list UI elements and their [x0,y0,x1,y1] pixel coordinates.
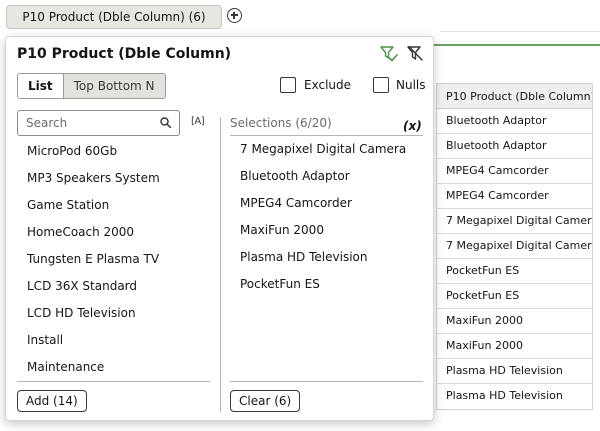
add-filter-icon[interactable] [227,8,242,23]
list-item[interactable]: MicroPod 60Gb [27,144,117,158]
search-icon [160,117,171,128]
tab-top-bottom-n[interactable]: Top Bottom N [62,74,165,98]
selection-item[interactable]: Plasma HD Television [240,250,367,264]
table-row[interactable]: MPEG4 Camcorder [437,184,592,209]
table-row[interactable]: Plasma HD Television [437,384,592,409]
table-header[interactable]: P10 Product (Dble Column) [437,84,592,109]
search-placeholder: Search [26,116,68,130]
mode-toggle: List Top Bottom N [17,73,166,99]
selection-item[interactable]: 7 Megapixel Digital Camera [240,142,406,156]
list-item[interactable]: HomeCoach 2000 [27,225,134,239]
filter-chip[interactable]: P10 Product (Dble Column) (6) [6,5,222,29]
list-item[interactable]: LCD 36X Standard [27,279,137,293]
tab-list[interactable]: List [18,74,63,98]
table-row[interactable]: MaxiFun 2000 [437,334,592,359]
table-row[interactable]: 7 Megapixel Digital Camera [437,234,592,259]
list-item[interactable]: Game Station [27,198,109,212]
selections-footer-divider [230,381,423,382]
filter-popup: P10 Product (Dble Column) List Top Botto… [5,36,434,421]
list-footer-divider [17,381,210,382]
clear-button[interactable]: Clear (6) [230,390,301,412]
accent-line [432,44,600,46]
selection-item[interactable]: MaxiFun 2000 [240,223,324,237]
selection-item[interactable]: PocketFun ES [240,277,320,291]
list-item[interactable]: Maintenance [27,360,104,374]
exclude-label: Exclude [304,78,352,92]
nulls-checkbox[interactable] [373,77,389,93]
selection-item[interactable]: Bluetooth Adaptor [240,169,350,183]
match-case-toggle[interactable]: [A] [191,116,205,127]
table-row[interactable]: Bluetooth Adaptor [437,134,592,159]
table-row[interactable]: MaxiFun 2000 [437,309,592,334]
data-table: P10 Product (Dble Column) Bluetooth Adap… [436,83,593,410]
selections-divider [230,135,423,136]
table-row[interactable]: MPEG4 Camcorder [437,159,592,184]
clear-selections-link[interactable]: (x) [403,119,422,133]
list-item[interactable]: LCD HD Television [27,306,136,320]
table-row[interactable]: PocketFun ES [437,259,592,284]
table-row[interactable]: Plasma HD Television [437,359,592,384]
table-row[interactable]: 7 Megapixel Digital Camera [437,209,592,234]
nulls-label: Nulls [396,78,426,92]
list-item[interactable]: Tungsten E Plasma TV [27,252,159,266]
popup-title: P10 Product (Dble Column) [17,46,232,62]
exclude-checkbox[interactable] [280,77,296,93]
list-item[interactable]: Install [27,333,63,347]
search-input[interactable]: Search [17,110,180,136]
add-button[interactable]: Add (14) [17,390,87,412]
table-row[interactable]: PocketFun ES [437,284,592,309]
selection-item[interactable]: MPEG4 Camcorder [240,196,352,210]
clear-filter-icon[interactable] [406,46,424,62]
table-row[interactable]: Bluetooth Adaptor [437,109,592,134]
selections-header: Selections (6/20) [230,116,332,130]
apply-filter-icon[interactable] [380,46,398,62]
panel-divider [220,117,221,412]
list-item[interactable]: MP3 Speakers System [27,171,160,185]
divider [440,31,600,32]
